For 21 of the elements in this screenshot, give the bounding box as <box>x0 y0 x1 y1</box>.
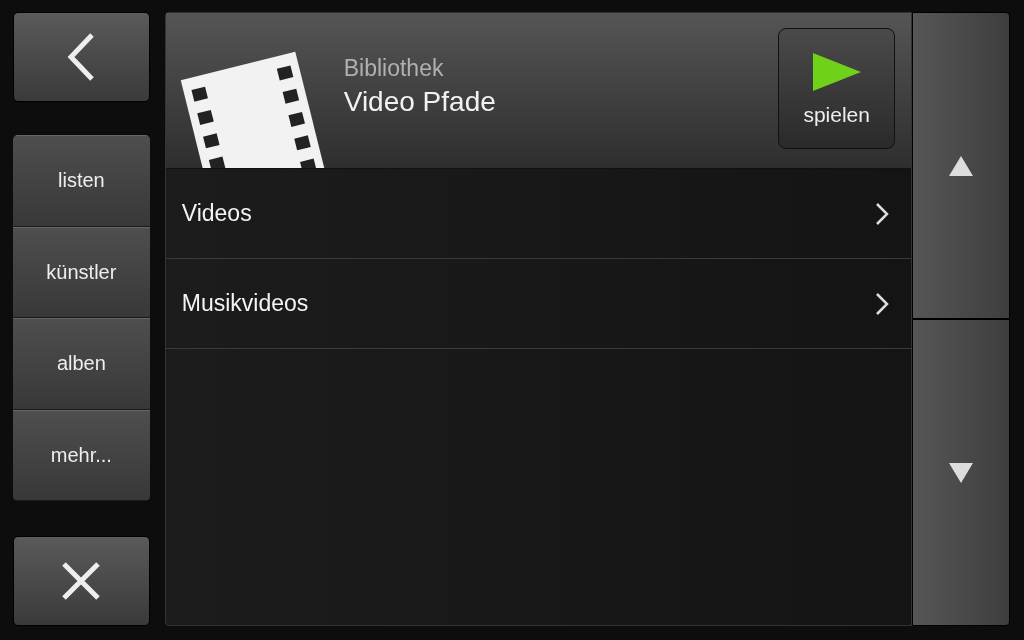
scroll-up-button[interactable] <box>912 12 1010 319</box>
play-button[interactable]: spielen <box>778 28 896 149</box>
close-icon <box>61 561 102 601</box>
play-icon <box>810 50 863 93</box>
nav-button[interactable]: listen <box>13 135 150 227</box>
back-button[interactable] <box>13 12 150 102</box>
row-label: Videos <box>181 200 252 227</box>
chevron-right-icon <box>875 291 890 316</box>
nav-button[interactable]: künstler <box>13 226 150 318</box>
close-button[interactable] <box>13 536 150 626</box>
triangle-down-icon <box>948 461 975 484</box>
scroll-down-button[interactable] <box>912 319 1010 626</box>
nav-button[interactable]: mehr... <box>13 409 150 501</box>
row-label: Musikvideos <box>181 290 309 317</box>
triangle-up-icon <box>948 154 975 177</box>
chevron-right-icon <box>875 201 890 226</box>
library-label: Bibliothek <box>343 55 445 82</box>
list-row[interactable]: Videos <box>165 169 912 259</box>
list-row[interactable]: Musikvideos <box>165 259 912 349</box>
page-title: Video Pfade <box>343 86 496 118</box>
nav-button[interactable]: alben <box>13 318 150 410</box>
